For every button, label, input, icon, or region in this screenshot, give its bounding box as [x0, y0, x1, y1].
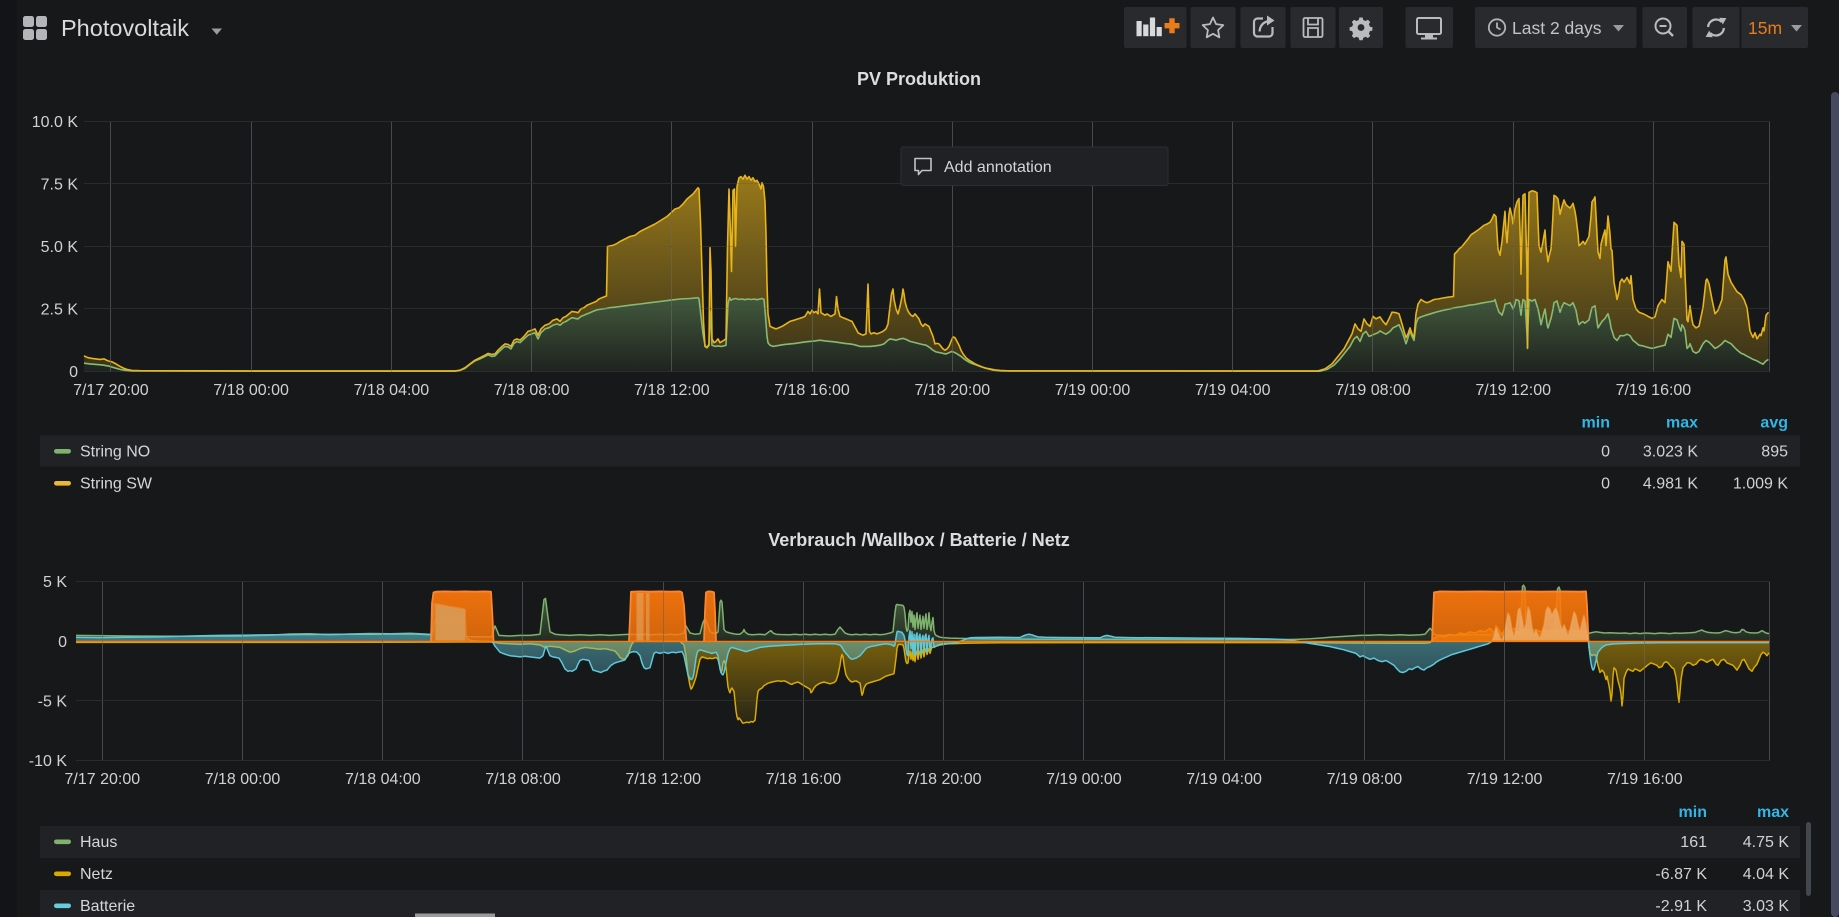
- svg-text:4.981 K: 4.981 K: [1643, 476, 1698, 493]
- svg-text:7/18 04:00: 7/18 04:00: [345, 771, 421, 788]
- svg-text:Verbrauch /Wallbox / Batterie: Verbrauch /Wallbox / Batterie / Netz: [768, 530, 1069, 550]
- svg-text:7/17 20:00: 7/17 20:00: [73, 382, 149, 399]
- svg-text:3.03 K: 3.03 K: [1743, 898, 1790, 915]
- svg-text:7/19 08:00: 7/19 08:00: [1327, 771, 1403, 788]
- svg-text:5 K: 5 K: [43, 574, 67, 591]
- svg-text:7/19 00:00: 7/19 00:00: [1046, 771, 1122, 788]
- svg-text:String SW: String SW: [80, 476, 153, 493]
- svg-text:7.5 K: 7.5 K: [41, 176, 79, 193]
- svg-text:-2.91 K: -2.91 K: [1655, 898, 1707, 915]
- svg-text:7/19 16:00: 7/19 16:00: [1607, 771, 1683, 788]
- svg-text:7/18 00:00: 7/18 00:00: [213, 382, 289, 399]
- svg-text:min: min: [1679, 804, 1707, 821]
- svg-text:7/18 00:00: 7/18 00:00: [205, 771, 281, 788]
- svg-text:7/19 12:00: 7/19 12:00: [1467, 771, 1543, 788]
- svg-text:PV Produktion: PV Produktion: [857, 69, 981, 89]
- svg-text:Haus: Haus: [80, 834, 117, 851]
- svg-text:7/18 08:00: 7/18 08:00: [485, 771, 561, 788]
- svg-text:Netz: Netz: [80, 866, 113, 883]
- svg-text:0: 0: [58, 634, 67, 651]
- svg-text:7/18 16:00: 7/18 16:00: [774, 382, 850, 399]
- svg-text:10.0 K: 10.0 K: [32, 114, 79, 131]
- svg-text:1.009 K: 1.009 K: [1733, 476, 1788, 493]
- svg-text:161: 161: [1680, 834, 1707, 851]
- svg-text:7/19 12:00: 7/19 12:00: [1475, 382, 1551, 399]
- svg-text:4.04 K: 4.04 K: [1743, 866, 1790, 883]
- svg-text:7/18 08:00: 7/18 08:00: [494, 382, 570, 399]
- svg-text:15m: 15m: [1748, 18, 1782, 38]
- svg-text:5.0 K: 5.0 K: [41, 239, 79, 256]
- svg-text:0: 0: [1601, 476, 1610, 493]
- svg-text:895: 895: [1761, 444, 1788, 461]
- svg-text:-6.87 K: -6.87 K: [1655, 866, 1707, 883]
- svg-text:3.023 K: 3.023 K: [1643, 444, 1698, 461]
- svg-text:max: max: [1666, 415, 1698, 432]
- svg-text:7/18 20:00: 7/18 20:00: [906, 771, 982, 788]
- svg-text:avg: avg: [1760, 415, 1788, 432]
- svg-text:7/18 20:00: 7/18 20:00: [914, 382, 990, 399]
- svg-text:7/18 12:00: 7/18 12:00: [625, 771, 701, 788]
- svg-text:7/18 12:00: 7/18 12:00: [634, 382, 710, 399]
- svg-text:7/19 08:00: 7/19 08:00: [1335, 382, 1411, 399]
- svg-text:Batterie: Batterie: [80, 898, 135, 915]
- svg-text:0: 0: [69, 364, 78, 381]
- svg-text:0: 0: [1601, 444, 1610, 461]
- svg-text:-10 K: -10 K: [29, 753, 68, 770]
- svg-text:max: max: [1757, 804, 1789, 821]
- svg-text:-5 K: -5 K: [38, 694, 68, 711]
- svg-text:min: min: [1582, 415, 1610, 432]
- svg-text:Photovoltaik: Photovoltaik: [61, 15, 189, 41]
- svg-text:4.75 K: 4.75 K: [1743, 834, 1790, 851]
- svg-text:7/17 20:00: 7/17 20:00: [64, 771, 140, 788]
- svg-text:7/19 04:00: 7/19 04:00: [1195, 382, 1271, 399]
- svg-text:String NO: String NO: [80, 444, 150, 461]
- svg-text:7/18 04:00: 7/18 04:00: [354, 382, 430, 399]
- svg-text:7/18 16:00: 7/18 16:00: [766, 771, 842, 788]
- svg-text:7/19 04:00: 7/19 04:00: [1186, 771, 1262, 788]
- svg-text:Add annotation: Add annotation: [944, 159, 1052, 176]
- svg-text:7/19 00:00: 7/19 00:00: [1055, 382, 1131, 399]
- svg-text:7/19 16:00: 7/19 16:00: [1616, 382, 1692, 399]
- svg-text:2.5 K: 2.5 K: [41, 301, 79, 318]
- svg-text:Last 2 days: Last 2 days: [1512, 18, 1602, 38]
